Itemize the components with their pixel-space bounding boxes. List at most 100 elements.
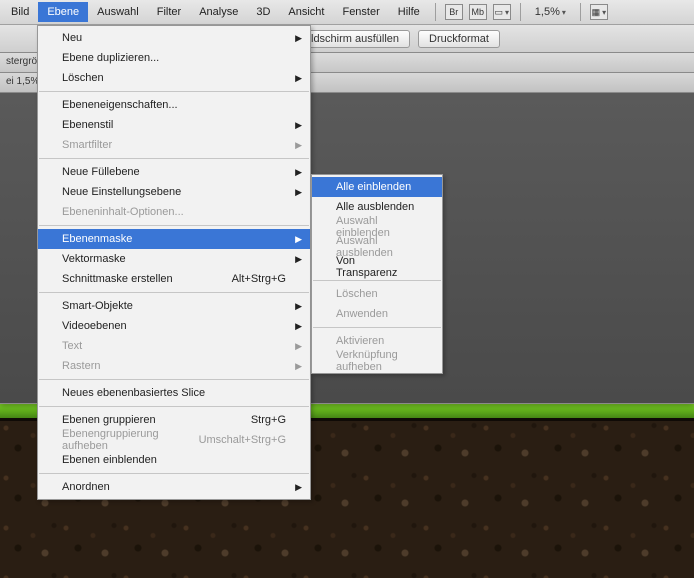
separator bbox=[435, 3, 436, 21]
menu-bild[interactable]: Bild bbox=[2, 2, 38, 22]
ebene-menu-item[interactable]: Schnittmaske erstellen Alt+Strg+G bbox=[38, 269, 310, 289]
menu-item-label: Alle einblenden bbox=[336, 181, 411, 193]
menu-item-label: Löschen bbox=[336, 288, 378, 300]
menu-separator bbox=[39, 406, 309, 407]
menu-3d[interactable]: 3D bbox=[247, 2, 279, 22]
maske-menu-item: Verknüpfung aufheben bbox=[312, 351, 442, 371]
menu-item-label: Von Transparenz bbox=[336, 255, 418, 279]
menu-separator bbox=[39, 292, 309, 293]
maske-menu-item: Aktivieren bbox=[312, 331, 442, 351]
submenu-arrow-icon: ▶ bbox=[295, 361, 302, 372]
ebene-menu-item[interactable]: Neue Füllebene ▶ bbox=[38, 162, 310, 182]
shortcut: Strg+G bbox=[227, 414, 286, 426]
ebene-menu-item: Ebenengruppierung aufhebenUmschalt+Strg+… bbox=[38, 430, 310, 450]
menu-item-label: Neue Füllebene bbox=[62, 166, 140, 178]
menu-item-label: Ebeneninhalt-Optionen... bbox=[62, 206, 184, 218]
submenu-arrow-icon: ▶ bbox=[295, 301, 302, 312]
menu-separator bbox=[39, 379, 309, 380]
minibridge-icon[interactable]: Mb bbox=[469, 4, 487, 20]
screen-mode-icon[interactable]: ▭▾ bbox=[493, 4, 511, 20]
ebene-menu-item[interactable]: Ebene duplizieren... bbox=[38, 48, 310, 68]
ebene-dropdown: Neu ▶ Ebene duplizieren... Löschen ▶ Ebenenei… bbox=[37, 25, 311, 500]
ebene-menu-item: Smartfilter▶ bbox=[38, 135, 310, 155]
ebene-menu-item[interactable]: Ebenenmaske ▶ bbox=[38, 229, 310, 249]
submenu-arrow-icon: ▶ bbox=[295, 482, 302, 493]
menu-separator bbox=[39, 158, 309, 159]
menu-item-label: Verknüpfung aufheben bbox=[336, 349, 418, 373]
ebene-menu-item[interactable]: Anordnen ▶ bbox=[38, 477, 310, 497]
ebene-menu-item[interactable]: Videoebenen▶ bbox=[38, 316, 310, 336]
maske-menu-item: Auswahl einblenden bbox=[312, 217, 442, 237]
submenu-arrow-icon: ▶ bbox=[295, 73, 302, 84]
submenu-arrow-icon: ▶ bbox=[295, 187, 302, 198]
menu-item-label: Ebenengruppierung aufheben bbox=[62, 428, 175, 452]
maske-menu-item: Auswahl ausblenden bbox=[312, 237, 442, 257]
maske-menu-item: Löschen bbox=[312, 284, 442, 304]
separator bbox=[580, 3, 581, 21]
shortcut: Umschalt+Strg+G bbox=[175, 434, 286, 446]
separator bbox=[520, 3, 521, 21]
maske-menu-item[interactable]: Von Transparenz bbox=[312, 257, 442, 277]
submenu-arrow-icon: ▶ bbox=[295, 234, 302, 245]
menu-fenster[interactable]: Fenster bbox=[333, 2, 388, 22]
ebene-menu-item[interactable]: Neu ▶ bbox=[38, 28, 310, 48]
menu-item-label: Neues ebenenbasiertes Slice bbox=[62, 387, 205, 399]
ebene-menu-item[interactable]: Smart-Objekte ▶ bbox=[38, 296, 310, 316]
fit-screen-button[interactable]: ldschirm ausfüllen bbox=[300, 30, 410, 48]
menu-item-label: Schnittmaske erstellen bbox=[62, 273, 173, 285]
menu-separator bbox=[313, 327, 441, 328]
menu-item-label: Anwenden bbox=[336, 308, 388, 320]
menu-item-label: Löschen bbox=[62, 72, 104, 84]
menu-item-label: Ebenenstil bbox=[62, 119, 113, 131]
menu-item-label: Ebenenmaske bbox=[62, 233, 132, 245]
menu-item-label: Aktivieren bbox=[336, 335, 384, 347]
menu-item-label: Anordnen bbox=[62, 481, 110, 493]
submenu-arrow-icon: ▶ bbox=[295, 341, 302, 352]
menu-separator bbox=[39, 473, 309, 474]
maske-menu-item[interactable]: Alle ausblenden bbox=[312, 197, 442, 217]
zoom-value[interactable]: 1,5%▾ bbox=[535, 6, 566, 18]
submenu-arrow-icon: ▶ bbox=[295, 254, 302, 265]
shortcut: Alt+Strg+G bbox=[208, 273, 286, 285]
ebene-menu-item: Ebeneninhalt-Optionen... bbox=[38, 202, 310, 222]
maske-menu-item: Anwenden bbox=[312, 304, 442, 324]
menu-auswahl[interactable]: Auswahl bbox=[88, 2, 148, 22]
ebene-menu-item[interactable]: Ebeneneigenschaften... bbox=[38, 95, 310, 115]
menu-item-label: Ebenen gruppieren bbox=[62, 414, 156, 426]
menu-separator bbox=[313, 280, 441, 281]
menu-item-label: Ebeneneigenschaften... bbox=[62, 99, 178, 111]
ebene-menu-item[interactable]: Ebenen einblenden bbox=[38, 450, 310, 470]
menu-item-label: Neu bbox=[62, 32, 82, 44]
ebene-menu-item: Rastern ▶ bbox=[38, 356, 310, 376]
menu-hilfe[interactable]: Hilfe bbox=[389, 2, 429, 22]
menu-item-label: Smartfilter bbox=[62, 139, 112, 151]
ebene-menu-item[interactable]: Löschen ▶ bbox=[38, 68, 310, 88]
submenu-arrow-icon: ▶ bbox=[295, 167, 302, 178]
menu-analyse[interactable]: Analyse bbox=[190, 2, 247, 22]
maske-menu-item[interactable]: Alle einblenden bbox=[312, 177, 442, 197]
menu-item-label: Rastern bbox=[62, 360, 101, 372]
menu-item-label: Smart-Objekte bbox=[62, 300, 133, 312]
menu-filter[interactable]: Filter bbox=[148, 2, 190, 22]
ebene-menu-item: Text ▶ bbox=[38, 336, 310, 356]
menu-item-label: Text bbox=[62, 340, 82, 352]
menu-ebene[interactable]: Ebene bbox=[38, 2, 88, 22]
menubar: Bild Ebene Auswahl Filter Analyse 3D Ans… bbox=[0, 0, 694, 25]
menu-separator bbox=[39, 91, 309, 92]
menu-item-label: Alle ausblenden bbox=[336, 201, 414, 213]
menu-item-label: Videoebenen bbox=[62, 320, 127, 332]
ebene-menu-item[interactable]: Ebenenstil▶ bbox=[38, 115, 310, 135]
bridge-icon[interactable]: Br bbox=[445, 4, 463, 20]
menu-separator bbox=[39, 225, 309, 226]
submenu-arrow-icon: ▶ bbox=[295, 33, 302, 44]
ebenenmaske-submenu: Alle einblenden Alle ausblenden Auswahl ei… bbox=[311, 174, 443, 374]
print-format-button[interactable]: Druckformat bbox=[418, 30, 500, 48]
menu-item-label: Neue Einstellungsebene bbox=[62, 186, 181, 198]
ebene-menu-item[interactable]: Vektormaske▶ bbox=[38, 249, 310, 269]
ebene-menu-item[interactable]: Neues ebenenbasiertes Slice bbox=[38, 383, 310, 403]
arrange-icon[interactable]: ▦▾ bbox=[590, 4, 608, 20]
ebene-menu-item[interactable]: Ebenen gruppieren Strg+G bbox=[38, 410, 310, 430]
menu-item-label: Ebene duplizieren... bbox=[62, 52, 159, 64]
menu-ansicht[interactable]: Ansicht bbox=[279, 2, 333, 22]
ebene-menu-item[interactable]: Neue Einstellungsebene ▶ bbox=[38, 182, 310, 202]
